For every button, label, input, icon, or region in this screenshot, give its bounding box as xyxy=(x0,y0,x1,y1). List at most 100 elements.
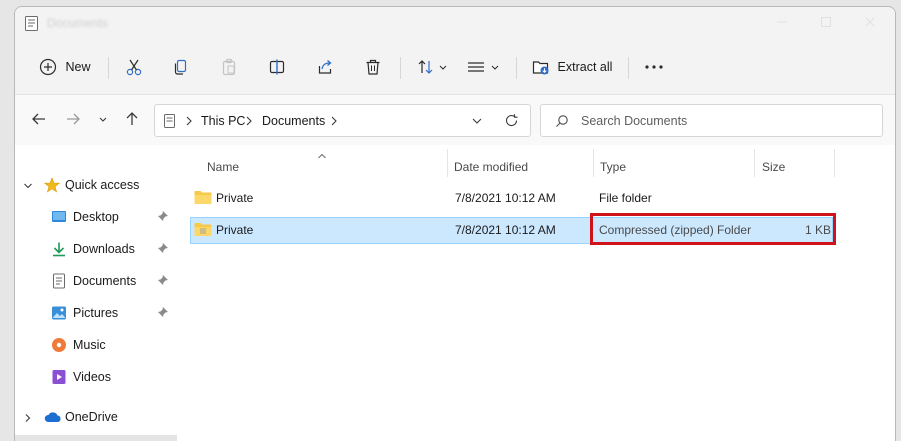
copy-button[interactable] xyxy=(168,53,194,81)
nav-item-downloads[interactable]: Downloads xyxy=(15,235,177,263)
toolbar-separator xyxy=(628,57,629,79)
column-label-name: Name xyxy=(207,160,240,174)
paste-button[interactable] xyxy=(216,53,242,81)
breadcrumb-documents[interactable]: Documents xyxy=(262,114,325,128)
refresh-icon[interactable] xyxy=(504,113,519,131)
sort-button[interactable] xyxy=(412,53,452,81)
delete-button[interactable] xyxy=(360,53,386,81)
column-divider[interactable] xyxy=(447,149,448,177)
new-button[interactable]: New xyxy=(37,53,93,81)
view-button[interactable] xyxy=(463,53,503,81)
toolbar-separator xyxy=(516,57,517,79)
column-divider[interactable] xyxy=(834,149,835,177)
zip-folder-icon xyxy=(194,222,212,240)
nav-quick-access[interactable]: Quick access xyxy=(15,171,177,199)
breadcrumb-this-pc[interactable]: This PC xyxy=(201,114,245,128)
onedrive-cloud-icon xyxy=(44,409,61,425)
sort-icon xyxy=(417,58,447,76)
column-label-date: Date modified xyxy=(454,160,529,174)
star-icon xyxy=(43,177,61,193)
pin-icon[interactable] xyxy=(157,242,169,257)
file-name: Private xyxy=(216,223,254,237)
back-button[interactable] xyxy=(29,110,49,130)
nav-item-music[interactable]: Music xyxy=(15,331,177,359)
file-name: Private xyxy=(216,191,254,205)
nav-label: Videos xyxy=(73,370,111,384)
pictures-icon xyxy=(51,305,67,321)
pin-icon[interactable] xyxy=(157,274,169,289)
navigation-pane: Quick access Desktop Downloads Documents… xyxy=(15,145,177,441)
nav-label: Pictures xyxy=(73,306,119,320)
toolbar-separator xyxy=(400,57,401,79)
column-header-size[interactable]: Size xyxy=(760,153,830,177)
pin-icon[interactable] xyxy=(157,210,169,225)
rename-icon xyxy=(268,58,286,76)
chevron-down-icon[interactable] xyxy=(23,180,33,194)
breadcrumb-chevron-icon xyxy=(245,115,253,130)
search-box[interactable] xyxy=(540,104,883,137)
nav-label-quick-access: Quick access xyxy=(65,178,140,192)
column-header-type[interactable]: Type xyxy=(598,153,753,177)
nav-item-documents[interactable]: Documents xyxy=(15,267,177,295)
file-date: 7/8/2021 10:12 AM xyxy=(455,223,556,237)
pin-icon[interactable] xyxy=(157,306,169,321)
downloads-icon xyxy=(51,241,67,257)
file-explorer-window: Documents New Extract all This PC Docume… xyxy=(14,6,896,441)
up-arrow-icon xyxy=(125,111,139,130)
toolbar-separator xyxy=(108,57,109,79)
videos-icon xyxy=(51,369,67,385)
extract-all-button[interactable]: Extract all xyxy=(531,53,613,81)
nav-item-pictures[interactable]: Pictures xyxy=(15,299,177,327)
chevron-right-icon[interactable] xyxy=(23,412,33,426)
column-divider[interactable] xyxy=(593,149,594,177)
column-header-date[interactable]: Date modified xyxy=(452,153,592,177)
paste-icon xyxy=(220,58,238,76)
new-label: New xyxy=(65,60,91,74)
column-divider[interactable] xyxy=(754,149,755,177)
this-pc-icon xyxy=(164,114,175,131)
file-row[interactable]: Private 7/8/2021 10:12 AM File folder xyxy=(190,185,833,212)
breadcrumb-chevron-icon xyxy=(185,115,193,130)
more-options-button[interactable] xyxy=(641,53,667,81)
desktop-icon xyxy=(51,209,67,225)
file-date: 7/8/2021 10:12 AM xyxy=(455,191,556,205)
minimize-icon[interactable] xyxy=(775,15,789,29)
extract-all-label: Extract all xyxy=(557,60,613,74)
back-arrow-icon xyxy=(31,112,47,129)
new-icon xyxy=(39,58,57,76)
chevron-down-icon xyxy=(98,113,108,127)
delete-icon xyxy=(364,58,382,76)
close-icon[interactable] xyxy=(863,15,877,29)
maximize-icon[interactable] xyxy=(819,15,833,29)
column-label-size: Size xyxy=(762,160,786,174)
nav-item-onedrive[interactable]: OneDrive xyxy=(15,403,177,431)
rename-button[interactable] xyxy=(264,53,290,81)
nav-label: Music xyxy=(73,338,106,352)
window-title: Documents xyxy=(47,16,108,30)
documents-icon xyxy=(51,273,67,289)
nav-label: Documents xyxy=(73,274,137,288)
file-type: File folder xyxy=(599,191,652,205)
file-list: Name Date modified Type Size Private 7/8… xyxy=(177,145,895,441)
column-label-type: Type xyxy=(600,160,627,174)
cut-icon xyxy=(125,58,143,76)
recent-locations-button[interactable] xyxy=(93,110,113,130)
address-bar[interactable]: This PC Documents xyxy=(154,104,531,137)
search-input[interactable] xyxy=(581,111,871,131)
navigation-scroll-edge xyxy=(15,435,177,441)
folder-icon xyxy=(194,190,212,208)
nav-item-desktop[interactable]: Desktop xyxy=(15,203,177,231)
cut-button[interactable] xyxy=(121,53,147,81)
address-history-chevron-icon[interactable] xyxy=(471,115,483,130)
address-row: This PC Documents xyxy=(15,95,895,145)
nav-item-videos[interactable]: Videos xyxy=(15,363,177,391)
forward-button[interactable] xyxy=(63,110,83,130)
title-bar: Documents xyxy=(15,7,895,39)
up-button[interactable] xyxy=(122,110,142,130)
annotation-highlight-box xyxy=(590,213,836,245)
extract-icon xyxy=(532,58,550,76)
forward-arrow-icon xyxy=(65,112,81,129)
nav-label: Downloads xyxy=(73,242,135,256)
column-header-name[interactable]: Name xyxy=(205,153,449,177)
share-button[interactable] xyxy=(312,53,338,81)
